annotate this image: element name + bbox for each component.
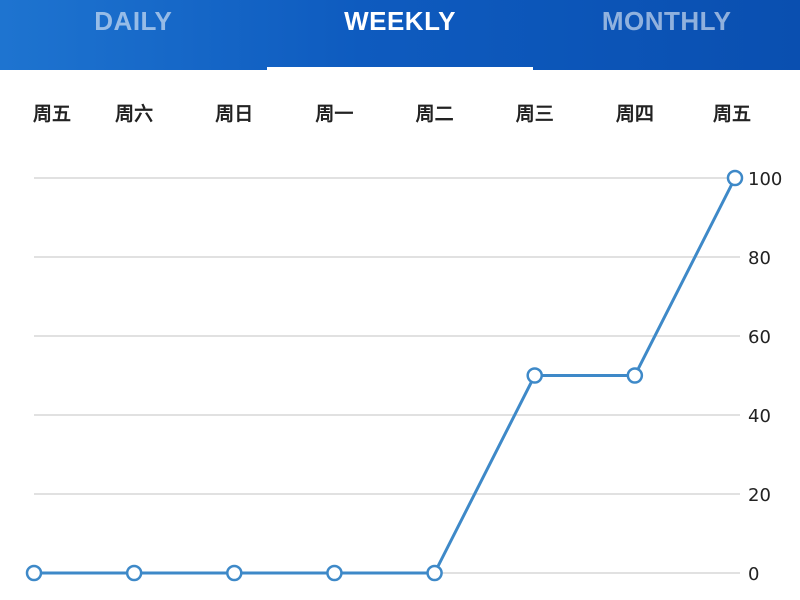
data-point [626, 367, 644, 384]
data-point [426, 564, 443, 582]
data-point [726, 169, 744, 187]
tab-monthly[interactable]: MONTHLY [533, 0, 800, 70]
tab-daily-label: DAILY [94, 6, 173, 36]
y-tick-label: 40 [748, 406, 771, 427]
y-tick-label: 0 [748, 564, 759, 585]
x-category-label: 周二 [416, 103, 454, 125]
data-point [326, 564, 343, 582]
y-tick-label: 60 [748, 327, 771, 348]
period-tab-bar: DAILY WEEKLY MONTHLY [0, 0, 800, 70]
y-tick-label: 80 [748, 248, 771, 269]
tab-weekly-label: WEEKLY [344, 6, 456, 36]
weekly-line-chart: 0 20 40 60 80 100 周五 周六 周日 周一 周二 周三 周四 周五 [0, 70, 800, 600]
line-chart-svg: 0 20 40 60 80 100 周五 周六 周日 周一 周二 周三 周四 周五 [25, 102, 782, 585]
x-category-label: 周五 [33, 103, 71, 125]
data-point [25, 564, 43, 582]
x-category-label: 周三 [516, 103, 554, 125]
data-point [526, 367, 543, 384]
x-category-label: 周六 [115, 102, 153, 125]
y-tick-label: 100 [748, 169, 782, 190]
x-category-label: 周四 [616, 103, 654, 125]
x-category-label: 周五 [713, 103, 751, 125]
y-tick-label: 20 [748, 485, 771, 506]
tab-daily[interactable]: DAILY [0, 0, 267, 70]
tab-monthly-label: MONTHLY [601, 6, 732, 36]
tab-weekly[interactable]: WEEKLY [266, 0, 534, 70]
x-category-label: 周日 [215, 103, 253, 125]
data-point [226, 564, 243, 582]
data-point [125, 564, 143, 582]
x-category-label: 周一 [315, 103, 353, 125]
